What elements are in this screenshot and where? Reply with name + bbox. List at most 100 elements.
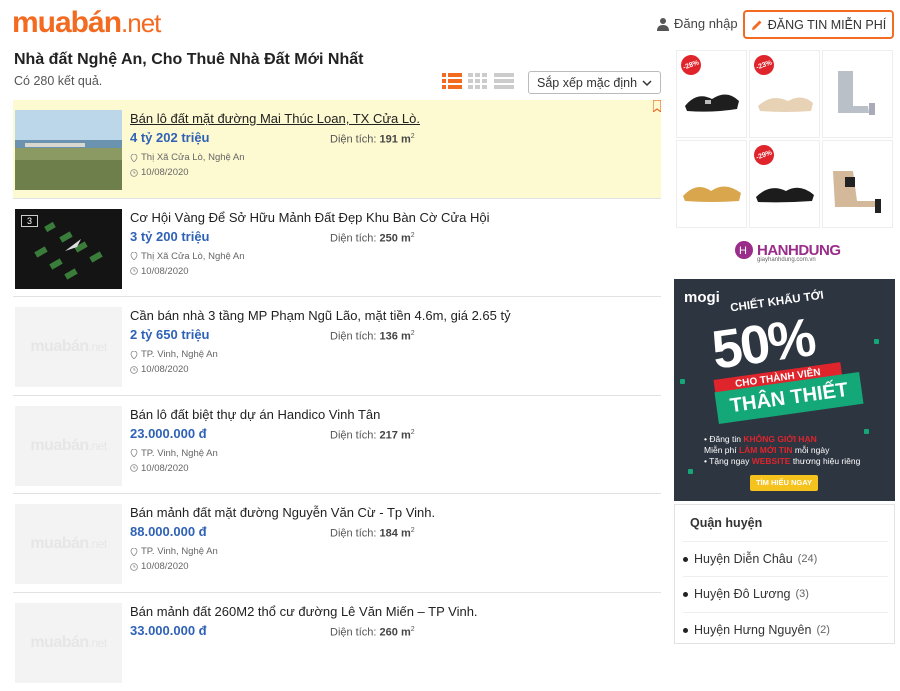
sort-select[interactable]: Sắp xếp mặc định [528,71,661,94]
clock-icon [130,169,138,177]
decor-dot [688,469,693,474]
decor-dot [680,379,685,384]
district-filter: Quận huyện Huyện Diễn Châu(24) Huyện Đô … [674,504,895,644]
listing-item[interactable]: muabán.net Cần bán nhà 3 tầng MP Phạm Ng… [13,297,661,396]
clock-icon [130,464,138,472]
listing-area: Diện tích: 250 m2 [330,232,415,245]
listing-location: Thị Xã Cửa Lò, Nghệ An [130,152,245,163]
listing-list: Bán lô đất mặt đường Mai Thúc Loan, TX C… [13,100,661,691]
map-pin-icon [130,252,138,260]
clock-icon [130,366,138,374]
listing-item[interactable]: muabán.net Bán lô đất biệt thự dự án Han… [13,396,661,495]
bookmark-icon[interactable] [653,100,661,112]
clock-icon [130,267,138,275]
ad-bullets: • Đăng tin KHÔNG GIỚI HẠN Miễn phí LÀM M… [704,434,860,467]
login-label: Đăng nhập [674,16,738,31]
bullet-icon [683,557,688,562]
listing-photo-placeholder[interactable]: muabán.net [15,406,122,486]
logo-tld: .net [121,8,160,38]
page-title: Nhà đất Nghệ An, Cho Thuê Nhà Đất Mới Nh… [14,51,363,69]
logo-main: muabán [12,6,121,39]
shoe-ad-banner[interactable]: -28% -23% -29% H HANHDUNG giayhanhdung.c… [674,50,894,271]
shoe-product[interactable]: -29% [749,140,820,228]
pencil-icon [751,19,763,31]
grid-view-icon[interactable] [468,72,488,90]
listing-title[interactable]: Cơ Hội Vàng Để Sở Hữu Mảnh Đất Đẹp Khu B… [130,210,489,225]
listing-date: 10/08/2020 [130,561,189,572]
district-item[interactable]: Huyện Đô Lương(3) [683,576,888,611]
shoe-product[interactable]: -28% [676,50,747,138]
grey-mule-image [823,51,894,139]
user-icon [656,17,670,31]
hanhdung-brand: H HANHDUNG giayhanhdung.com.vn [734,240,841,260]
placeholder-logo: muabán.net [30,338,106,356]
shoe-product[interactable] [676,140,747,228]
land-photo [15,110,122,190]
chevron-down-icon [642,78,652,88]
listing-location: TP. Vinh, Nghệ An [130,546,218,557]
listing-photo-placeholder[interactable]: muabán.net [15,504,122,584]
listing-location: Thị Xã Cửa Lò, Nghệ An [130,251,245,262]
listing-area: Diện tích: 260 m2 [330,626,415,639]
listing-price: 23.000.000 đ [130,426,207,441]
shoe-product[interactable]: -23% [749,50,820,138]
shoe-grid: -28% -23% -29% [676,50,893,228]
listing-title[interactable]: Bán mảnh đất 260M2 thổ cư đường Lê Văn M… [130,604,478,619]
district-item[interactable]: Huyện Diễn Châu(24) [683,541,888,576]
listing-title[interactable]: Bán lô đất mặt đường Mai Thúc Loan, TX C… [130,111,420,126]
listing-item[interactable]: muabán.net Bán mảnh đất mặt đường Nguyễn… [13,494,661,593]
compact-view-icon[interactable] [494,72,514,90]
listing-photo-placeholder[interactable]: muabán.net [15,307,122,387]
view-switcher [442,72,514,90]
listing-location: TP. Vinh, Nghệ An [130,349,218,360]
listing-price: 2 tỷ 650 triệu [130,327,210,342]
listing-area: Diện tích: 136 m2 [330,330,415,343]
clock-icon [130,563,138,571]
decor-dot [864,429,869,434]
bullet-icon [683,628,688,633]
login-link[interactable]: Đăng nhập [656,16,738,31]
sort-label: Sắp xếp mặc định [537,76,637,90]
listing-title[interactable]: Bán lô đất biệt thự dự án Handico Vinh T… [130,407,380,422]
listing-photo-placeholder[interactable]: muabán.net [15,603,122,683]
nude-heel-image [823,141,894,229]
listing-photo[interactable]: 3 [15,209,122,289]
listing-item[interactable]: Bán lô đất mặt đường Mai Thúc Loan, TX C… [13,100,661,199]
map-pin-icon [130,548,138,556]
shoe-product[interactable] [822,50,893,138]
header: muabán.net Đăng nhập ĐĂNG TIN MIỄN PHÍ [0,0,900,46]
listing-photo[interactable] [15,110,122,190]
list-view-icon[interactable] [442,72,462,90]
listing-date: 10/08/2020 [130,364,189,375]
district-item[interactable]: Huyện Hưng Nguyên(2) [683,612,888,647]
mogi-logo: mogi [684,289,720,306]
decor-dot [874,339,879,344]
listing-item[interactable]: muabán.net Bán mảnh đất 260M2 thổ cư đườ… [13,593,661,691]
placeholder-logo: muabán.net [30,535,106,553]
svg-text:H: H [739,245,747,257]
listing-date: 10/08/2020 [130,266,189,277]
listing-title[interactable]: Bán mảnh đất mặt đường Nguyễn Văn Cừ - T… [130,505,435,520]
mogi-ad-banner[interactable]: mogi CHIẾT KHẤU TỚI 50% CHO THÀNH VIÊN T… [674,279,895,501]
site-logo[interactable]: muabán.net [12,6,160,40]
photo-count-badge: 3 [21,215,38,227]
listing-price: 3 tỷ 200 triệu [130,229,210,244]
shoe-product[interactable] [822,140,893,228]
post-free-button[interactable]: ĐĂNG TIN MIỄN PHÍ [743,10,894,39]
listing-title[interactable]: Cần bán nhà 3 tầng MP Phạm Ngũ Lão, mặt … [130,308,511,323]
placeholder-logo: muabán.net [30,437,106,455]
map-pin-icon [130,449,138,457]
listing-item[interactable]: 3 Cơ Hội Vàng Để Sở Hữu Mảnh Đất Đẹp Khu… [13,199,661,298]
listing-area: Diện tích: 217 m2 [330,429,415,442]
listing-date: 10/08/2020 [130,167,189,178]
hanhdung-logo-icon: H [734,240,754,260]
listing-area: Diện tích: 191 m2 [330,133,415,146]
map-pin-icon [130,154,138,162]
map-pin-icon [130,351,138,359]
ad-cta-button[interactable]: TÌM HIỂU NGAY [750,475,818,491]
listing-price: 88.000.000 đ [130,524,207,539]
yellow-sandal-image [677,141,748,229]
result-count: Có 280 kết quả. [14,74,102,88]
listing-area: Diện tích: 184 m2 [330,527,415,540]
listing-location: TP. Vinh, Nghệ An [130,448,218,459]
